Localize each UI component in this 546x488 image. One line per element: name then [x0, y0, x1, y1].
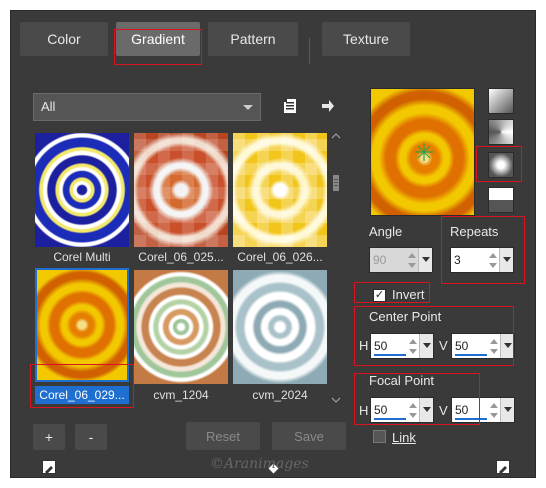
center-v-value: 50	[455, 339, 469, 353]
repeats-dropdown-icon[interactable]	[499, 248, 513, 272]
invert-label: Invert	[392, 287, 425, 302]
spin-down-icon[interactable]	[408, 263, 416, 268]
gradient-thumbnail-corel-06-029[interactable]	[35, 268, 129, 382]
focal-point-title: Focal Point	[369, 373, 435, 388]
tab-pattern[interactable]: Pattern	[208, 22, 298, 56]
remove-gradient-button[interactable]: -	[75, 424, 107, 450]
tab-gradient[interactable]: Gradient	[116, 22, 200, 56]
spin-up-icon[interactable]	[490, 339, 498, 344]
thumbnail-label: Corel Multi	[53, 250, 111, 264]
center-h-value: 50	[374, 339, 388, 353]
focal-h-dropdown-icon[interactable]	[419, 398, 433, 422]
pen-icon	[45, 466, 53, 474]
center-h-label: H	[359, 338, 369, 353]
angle-value: 90	[373, 253, 387, 267]
stop-marker-right-icon[interactable]	[496, 460, 510, 474]
sunburst-style-icon[interactable]	[488, 152, 514, 178]
thumbnail-scrollbar[interactable]	[331, 131, 341, 405]
scrollbar-track	[331, 133, 341, 403]
spin-down-icon[interactable]	[490, 349, 498, 354]
pen-icon	[499, 466, 507, 474]
repeats-value: 3	[454, 253, 461, 267]
gradient-thumbnail-cvm-1204[interactable]	[134, 270, 228, 384]
add-gradient-button[interactable]: +	[33, 424, 65, 450]
spin-down-icon[interactable]	[490, 413, 498, 418]
save-button[interactable]: Save	[272, 422, 346, 450]
focal-v-level	[455, 418, 487, 420]
gradient-preview[interactable]	[370, 88, 475, 216]
watermark: ©Aranimages	[210, 456, 309, 472]
repeats-input[interactable]: 3	[450, 247, 514, 273]
link-label: Link	[392, 430, 416, 445]
navigate-button[interactable]	[318, 96, 338, 116]
focal-v-dropdown-icon[interactable]	[500, 398, 514, 422]
center-point-title: Center Point	[369, 309, 442, 324]
spin-down-icon[interactable]	[409, 413, 417, 418]
radial-style-icon[interactable]	[488, 187, 514, 213]
linear-style-icon[interactable]	[488, 88, 514, 114]
gradient-thumbnail-corel-multi[interactable]	[35, 133, 129, 247]
center-h-dropdown-icon[interactable]	[419, 334, 433, 358]
tab-texture[interactable]: Texture	[322, 22, 410, 56]
reset-button[interactable]: Reset	[186, 422, 260, 450]
focal-h-input[interactable]: 50	[370, 397, 434, 423]
center-v-level	[455, 354, 487, 356]
spin-down-icon[interactable]	[409, 349, 417, 354]
view-options-button[interactable]	[280, 96, 300, 116]
tab-color[interactable]: Color	[20, 22, 108, 56]
tab-divider	[309, 38, 310, 64]
thumbnail-label: cvm_2024	[252, 388, 308, 402]
thumbnail-label: cvm_1204	[153, 388, 209, 402]
center-h-level	[374, 354, 406, 356]
link-checkbox[interactable]	[373, 430, 386, 443]
spin-down-icon[interactable]	[489, 263, 497, 268]
focal-h-value: 50	[374, 403, 388, 417]
center-v-input[interactable]: 50	[451, 333, 515, 359]
angle-dropdown-icon[interactable]	[418, 248, 432, 272]
spin-up-icon[interactable]	[408, 253, 416, 258]
gradient-thumbnail-corel-06-025[interactable]	[134, 133, 228, 247]
spin-up-icon[interactable]	[409, 339, 417, 344]
invert-checkbox[interactable]: ✓	[373, 289, 386, 302]
gradient-thumbnail-cvm-2024[interactable]	[233, 270, 327, 384]
arrow-right-icon	[322, 100, 334, 112]
spin-up-icon[interactable]	[490, 403, 498, 408]
category-dropdown-value: All	[41, 99, 56, 114]
gradient-thumbnail-corel-06-026[interactable]	[233, 133, 327, 247]
thumbnail-label-selected: Corel_06_029...	[35, 386, 129, 404]
thumbnail-label: Corel_06_026...	[237, 250, 323, 264]
rectangular-style-icon[interactable]	[488, 119, 514, 145]
angle-label: Angle	[369, 224, 403, 239]
thumbnail-label: Corel_06_025...	[138, 250, 224, 264]
stop-marker-left-icon[interactable]	[42, 460, 56, 474]
center-v-label: V	[439, 338, 448, 353]
focal-v-input[interactable]: 50	[451, 397, 515, 423]
center-point-marker-icon[interactable]	[414, 142, 434, 162]
focal-v-value: 50	[455, 403, 469, 417]
chevron-down-icon	[243, 105, 253, 110]
center-h-input[interactable]: 50	[370, 333, 434, 359]
spin-up-icon[interactable]	[409, 403, 417, 408]
spin-up-icon[interactable]	[489, 253, 497, 258]
angle-input[interactable]: 90	[369, 247, 433, 273]
document-list-icon	[284, 99, 296, 113]
focal-h-label: H	[359, 403, 369, 418]
center-v-dropdown-icon[interactable]	[500, 334, 514, 358]
focal-v-label: V	[439, 403, 448, 418]
repeats-label: Repeats	[450, 224, 499, 239]
focal-h-level	[374, 418, 406, 420]
category-dropdown[interactable]: All	[33, 93, 261, 121]
